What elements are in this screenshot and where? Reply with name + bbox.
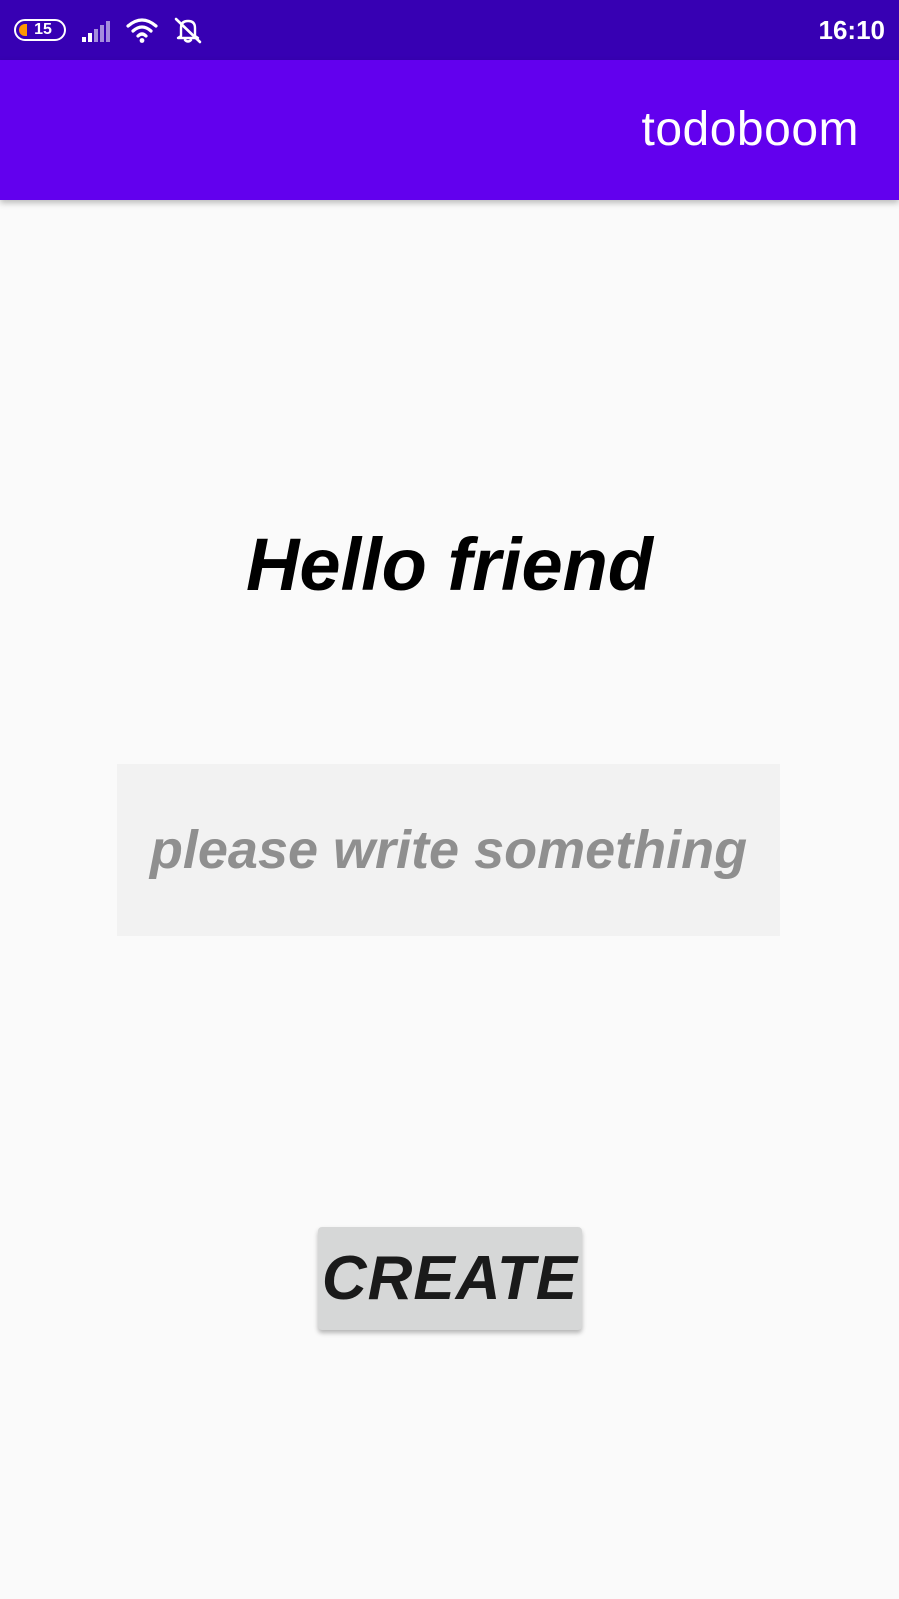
todo-input[interactable] (117, 764, 780, 936)
create-button[interactable]: CREATE (318, 1227, 582, 1330)
app-screen: 15 16:10 todoboom Hello friend please wr… (0, 0, 899, 1599)
todo-input-container (117, 764, 780, 936)
status-bar: 15 16:10 (0, 0, 899, 60)
greeting-text: Hello friend (245, 523, 654, 606)
wifi-icon (126, 18, 158, 43)
status-icons: 15 (14, 14, 204, 46)
battery-fill (19, 24, 27, 36)
app-title: todoboom (641, 103, 859, 156)
battery-level: 15 (34, 21, 52, 38)
battery-icon: 15 (14, 19, 66, 41)
status-time: 16:10 (818, 15, 886, 45)
app-bar: todoboom (0, 60, 899, 200)
alarm-off-icon (174, 17, 202, 44)
signal-icon (82, 21, 110, 42)
